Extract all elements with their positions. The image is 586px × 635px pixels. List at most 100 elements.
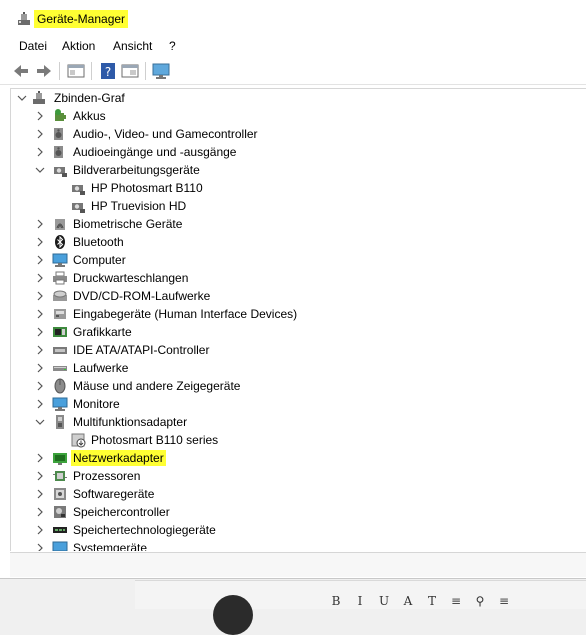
fingerprint-icon bbox=[55, 219, 65, 230]
tree-category-item[interactable]: Mäuse und andere Zeigegeräte bbox=[11, 377, 581, 395]
tree-category-item[interactable]: Biometrische Geräte bbox=[11, 215, 581, 233]
tree-item-label: Monitore bbox=[73, 397, 120, 411]
monitor-icon bbox=[52, 397, 68, 411]
format-button[interactable]: A bbox=[397, 591, 419, 611]
multifunction-icon bbox=[56, 415, 64, 429]
tree-category-item[interactable]: Grafikkarte bbox=[11, 323, 581, 341]
battery-icon bbox=[55, 109, 66, 121]
menu-ansicht[interactable]: Ansicht bbox=[113, 38, 152, 54]
format-button[interactable]: B bbox=[325, 591, 347, 611]
tree-category-item[interactable]: Eingabegeräte (Human Interface Devices) bbox=[11, 305, 581, 323]
processor-icon bbox=[53, 471, 67, 481]
tree-device-item[interactable]: HP Truevision HD bbox=[11, 197, 581, 215]
tree-category-item[interactable]: Bluetooth bbox=[11, 233, 581, 251]
chevron-right-icon[interactable] bbox=[32, 324, 48, 340]
chevron-down-icon[interactable] bbox=[14, 90, 30, 106]
storage-controller-icon bbox=[54, 506, 66, 518]
device-tree[interactable]: Zbinden-Graf Akkus Audio-, Video- und Gam… bbox=[10, 88, 586, 551]
tree-root[interactable]: Zbinden-Graf bbox=[11, 89, 581, 107]
chevron-down-icon[interactable] bbox=[32, 162, 48, 178]
chevron-right-icon[interactable] bbox=[32, 486, 48, 502]
tree-item-label: Grafikkarte bbox=[73, 325, 132, 339]
chevron-right-icon[interactable] bbox=[32, 270, 48, 286]
help-icon[interactable]: ? bbox=[99, 62, 117, 80]
tree-root-label: Zbinden-Graf bbox=[54, 91, 125, 105]
details-pane-icon[interactable] bbox=[121, 62, 139, 80]
chevron-right-icon[interactable] bbox=[32, 378, 48, 394]
menu-datei[interactable]: Datei bbox=[19, 38, 47, 54]
chevron-right-icon[interactable] bbox=[32, 216, 48, 232]
tree-item-label: Bluetooth bbox=[73, 235, 124, 249]
title-bar[interactable]: Geräte-Manager bbox=[0, 0, 586, 36]
camera-icon bbox=[72, 185, 85, 195]
tree-category-item[interactable]: Bildverarbeitungsgeräte bbox=[11, 161, 581, 179]
tree-item-label: Systemgeräte bbox=[73, 541, 148, 551]
tree-category-item[interactable]: Speichertechnologiegeräte bbox=[11, 521, 581, 539]
format-button[interactable]: ⚲ bbox=[469, 591, 491, 611]
tree-category-item[interactable]: Softwaregeräte bbox=[11, 485, 581, 503]
forward-icon[interactable] bbox=[35, 62, 53, 80]
tree-device-item[interactable]: Photosmart B110 series bbox=[11, 431, 581, 449]
chevron-right-icon[interactable] bbox=[32, 306, 48, 322]
chevron-down-icon[interactable] bbox=[32, 414, 48, 430]
tree-item-label: Biometrische Geräte bbox=[73, 217, 183, 231]
chevron-right-icon[interactable] bbox=[32, 468, 48, 484]
mouse-icon bbox=[54, 378, 66, 394]
format-button[interactable]: ≡ bbox=[493, 591, 515, 611]
camera-icon bbox=[72, 203, 85, 213]
tree-category-item[interactable]: Audioeingänge und -ausgänge bbox=[11, 143, 581, 161]
tree-item-label: Photosmart B110 series bbox=[91, 433, 219, 447]
menu-help[interactable]: ? bbox=[169, 38, 176, 54]
chevron-right-icon[interactable] bbox=[32, 360, 48, 376]
chevron-right-icon[interactable] bbox=[32, 144, 48, 160]
tree-category-item[interactable]: Speichercontroller bbox=[11, 503, 581, 521]
chevron-right-icon[interactable] bbox=[32, 252, 48, 268]
format-toolbar: B I U A T ≡ ⚲ ≡ bbox=[325, 591, 586, 613]
chevron-right-icon[interactable] bbox=[32, 288, 48, 304]
toolbar-separator bbox=[59, 62, 60, 80]
display-adapter-icon bbox=[53, 327, 67, 337]
tree-category-item[interactable]: Prozessoren bbox=[11, 467, 581, 485]
chevron-right-icon[interactable] bbox=[32, 108, 48, 124]
properties-pane-icon[interactable] bbox=[67, 62, 85, 80]
chevron-right-icon[interactable] bbox=[32, 522, 48, 538]
tree-category-item[interactable]: Audio-, Video- und Gamecontroller bbox=[11, 125, 581, 143]
tree-category-item[interactable]: IDE ATA/ATAPI-Controller bbox=[11, 341, 581, 359]
format-button[interactable]: ≡ bbox=[445, 591, 467, 611]
hid-icon bbox=[54, 309, 66, 319]
chevron-right-icon[interactable] bbox=[32, 540, 48, 551]
tree-item-label: Eingabegeräte (Human Interface Devices) bbox=[73, 307, 298, 321]
tree-category-item[interactable]: Multifunktionsadapter bbox=[11, 413, 581, 431]
tree-item-label: Softwaregeräte bbox=[73, 487, 155, 501]
menu-aktion[interactable]: Aktion bbox=[62, 38, 95, 54]
tree-category-item[interactable]: Systemgeräte bbox=[11, 539, 581, 551]
format-button[interactable]: T bbox=[421, 591, 443, 611]
tree-category-item[interactable]: Druckwarteschlangen bbox=[11, 269, 581, 287]
speaker-icon bbox=[54, 146, 63, 158]
tree-category-item[interactable]: Netzwerkadapter bbox=[11, 449, 581, 467]
multifunction-device-icon bbox=[71, 433, 86, 448]
chevron-right-icon[interactable] bbox=[32, 504, 48, 520]
monitor-scan-icon[interactable] bbox=[152, 62, 170, 80]
tree-device-item[interactable]: HP Photosmart B110 bbox=[11, 179, 581, 197]
chevron-right-icon[interactable] bbox=[32, 234, 48, 250]
chevron-right-icon[interactable] bbox=[32, 450, 48, 466]
background-app-toolbar: B I U A T ≡ ⚲ ≡ bbox=[135, 580, 586, 635]
tree-category-item[interactable]: Monitore bbox=[11, 395, 581, 413]
chevron-right-icon[interactable] bbox=[32, 126, 48, 142]
format-button[interactable]: U bbox=[373, 591, 395, 611]
chevron-right-icon[interactable] bbox=[32, 396, 48, 412]
tree-category-item[interactable]: Akkus bbox=[11, 107, 581, 125]
chevron-right-icon[interactable] bbox=[32, 342, 48, 358]
tree-item-label: Audio-, Video- und Gamecontroller bbox=[73, 127, 258, 141]
tree-item-label: Audioeingänge und -ausgänge bbox=[73, 145, 237, 159]
tree-category-item[interactable]: DVD/CD-ROM-Laufwerke bbox=[11, 287, 581, 305]
tree-category-item[interactable]: Laufwerke bbox=[11, 359, 581, 377]
disk-drive-icon bbox=[53, 366, 67, 371]
svg-text:?: ? bbox=[105, 65, 111, 79]
computer-icon bbox=[52, 253, 68, 267]
format-button[interactable]: I bbox=[349, 591, 371, 611]
back-icon[interactable] bbox=[12, 62, 30, 80]
tree-category-item[interactable]: Computer bbox=[11, 251, 581, 269]
tree-item-label: HP Photosmart B110 bbox=[91, 181, 203, 195]
